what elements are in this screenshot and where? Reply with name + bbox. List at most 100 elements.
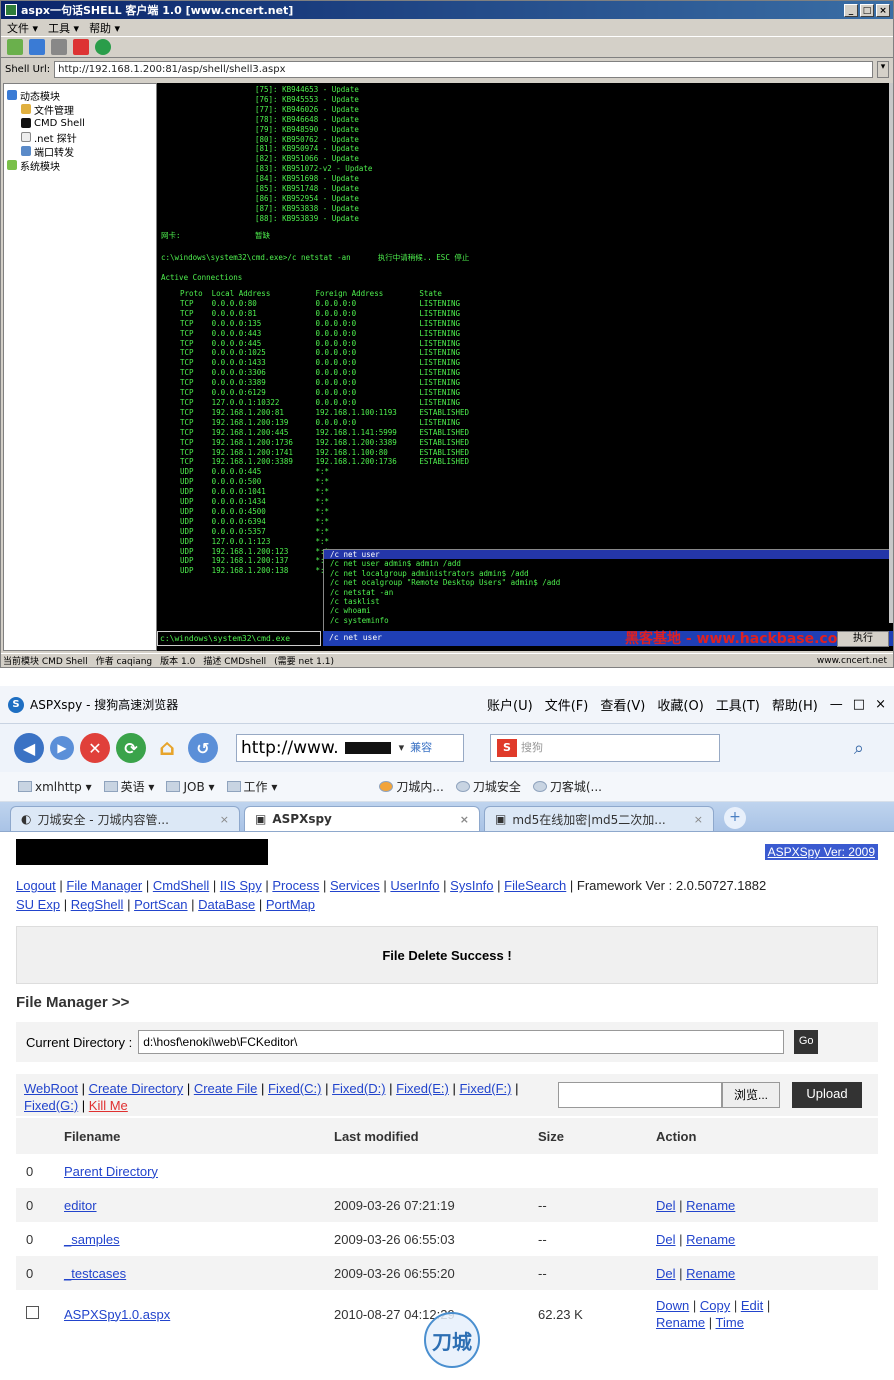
menu-file[interactable]: 文件(F) <box>545 695 589 714</box>
tab-aspxspy[interactable]: ▣ ASPXspy × <box>244 806 480 831</box>
nav-link-su-exp[interactable]: SU Exp <box>16 897 60 912</box>
fav-job[interactable]: JOB ▾ <box>166 780 215 794</box>
home-icon[interactable]: ⌂ <box>152 733 182 763</box>
menu-help[interactable]: 帮助(H) <box>772 695 818 714</box>
action-del[interactable]: Del <box>656 1232 676 1247</box>
tab-close-icon[interactable]: × <box>220 813 229 826</box>
forward-button[interactable]: ▶ <box>50 736 74 760</box>
file-link[interactable]: editor <box>64 1198 97 1213</box>
kill-me-link[interactable]: Kill Me <box>89 1098 128 1113</box>
minimize-button[interactable]: — <box>830 697 843 712</box>
file-link[interactable]: _testcases <box>64 1266 126 1281</box>
tool-link-webroot[interactable]: WebRoot <box>24 1081 78 1096</box>
row-checkbox[interactable] <box>26 1305 39 1319</box>
action-rename[interactable]: Rename <box>686 1266 735 1281</box>
browse-button[interactable]: 浏览... <box>722 1082 780 1108</box>
tool-link-create-file[interactable]: Create File <box>194 1081 258 1096</box>
history-item[interactable]: /c net ocalgroup "Remote Desktop Users" … <box>324 578 893 587</box>
close-button[interactable]: × <box>876 3 890 17</box>
history-item[interactable]: /c netstat -an <box>324 588 893 597</box>
nav-link-file-manager[interactable]: File Manager <box>66 878 142 893</box>
menu-tools[interactable]: 工具 ▾ <box>48 20 79 36</box>
menu-tools[interactable]: 工具(T) <box>716 695 760 714</box>
tool-link-create-directory[interactable]: Create Directory <box>89 1081 184 1096</box>
nav-link-process[interactable]: Process <box>272 878 319 893</box>
run-button[interactable]: 执行 <box>837 631 889 647</box>
tool-link-fixed-c-[interactable]: Fixed(C:) <box>268 1081 321 1096</box>
fav-work[interactable]: 工作 ▾ <box>226 778 277 795</box>
version-link[interactable]: ASPXSpy Ver: 2009 <box>764 844 878 860</box>
fav-english[interactable]: 英语 ▾ <box>103 778 154 795</box>
tab-daocheng[interactable]: ◐ 刀城安全 - 刀城内容管... × <box>10 806 240 831</box>
action-rename[interactable]: Rename <box>686 1232 735 1247</box>
tree-node-port[interactable]: 端口转发 <box>7 144 153 159</box>
history-item[interactable]: /c whoami <box>324 606 893 615</box>
file-link[interactable]: _samples <box>64 1232 120 1247</box>
directory-input[interactable]: d:\hosf\enoki\web\FCKeditor\ <box>138 1030 785 1054</box>
refresh-icon[interactable]: ⟳ <box>116 733 146 763</box>
nav-link-regshell[interactable]: RegShell <box>71 897 124 912</box>
terminal-scrollbar[interactable] <box>889 83 893 623</box>
nav-link-filesearch[interactable]: FileSearch <box>504 878 566 893</box>
maximize-button[interactable]: □ <box>853 697 865 712</box>
tree-node-dynamic[interactable]: 动态模块 <box>7 88 153 103</box>
search-box[interactable]: S 搜狗 <box>490 734 720 762</box>
refresh-icon[interactable] <box>29 39 45 55</box>
close-button[interactable]: × <box>875 697 886 712</box>
address-dropdown-icon[interactable]: ▾ <box>399 735 405 761</box>
nav-link-database[interactable]: DataBase <box>198 897 255 912</box>
connect-icon[interactable] <box>7 39 23 55</box>
tool-link-fixed-g-[interactable]: Fixed(G:) <box>24 1098 78 1113</box>
compat-button[interactable]: 兼容 <box>410 735 432 761</box>
tab-close-icon[interactable]: × <box>460 813 469 826</box>
tool-link-fixed-e-[interactable]: Fixed(E:) <box>396 1081 449 1096</box>
tool-link-fixed-d-[interactable]: Fixed(D:) <box>332 1081 385 1096</box>
address-bar[interactable]: http://www. ▾ 兼容 <box>236 734 464 762</box>
command-history-list[interactable]: /c net user/c net user admin$ admin /add… <box>323 549 893 641</box>
history-item[interactable]: /c net user <box>324 550 893 560</box>
tool-link-fixed-f-[interactable]: Fixed(F:) <box>459 1081 511 1096</box>
fav-daoke[interactable]: 刀客城(... <box>532 778 602 795</box>
menu-account[interactable]: 账户(U) <box>487 695 533 714</box>
status-icon[interactable] <box>95 39 111 55</box>
maximize-button[interactable]: □ <box>860 3 874 17</box>
nav-link-logout[interactable]: Logout <box>16 878 56 893</box>
nav-link-sysinfo[interactable]: SysInfo <box>450 878 493 893</box>
action-down[interactable]: Down <box>656 1298 689 1313</box>
tab-md5[interactable]: ▣ md5在线加密|md5二次加... × <box>484 806 714 831</box>
row-marker[interactable] <box>16 1290 64 1338</box>
go-button[interactable]: Go <box>794 1030 819 1054</box>
history-item[interactable]: /c net localgroup administrators admin$ … <box>324 569 893 578</box>
nav-link-portmap[interactable]: PortMap <box>266 897 315 912</box>
nav-link-iis-spy[interactable]: IIS Spy <box>220 878 262 893</box>
file-link[interactable]: ASPXSpy1.0.aspx <box>64 1307 170 1322</box>
fav-daocheng-inner[interactable]: 刀城内... <box>379 778 444 795</box>
action-copy[interactable]: Copy <box>700 1298 730 1313</box>
action-del[interactable]: Del <box>656 1266 676 1281</box>
nav-link-services[interactable]: Services <box>330 878 380 893</box>
nav-link-cmdshell[interactable]: CmdShell <box>153 878 209 893</box>
search-icon[interactable]: ⌕ <box>854 738 894 759</box>
new-tab-button[interactable]: + <box>724 807 746 829</box>
tree-node-system[interactable]: 系统模块 <box>7 158 153 173</box>
tree-node-file[interactable]: 文件管理 <box>7 102 153 117</box>
fav-daocheng-security[interactable]: 刀城安全 <box>455 778 521 795</box>
action-rename[interactable]: Rename <box>686 1198 735 1213</box>
history-back-icon[interactable]: ↺ <box>188 733 218 763</box>
tab-close-icon[interactable]: × <box>694 813 703 826</box>
action-time[interactable]: Time <box>716 1315 744 1330</box>
history-item[interactable]: /c tasklist <box>324 597 893 606</box>
shell-url-input[interactable]: http://192.168.1.200:81/asp/shell/shell3… <box>54 60 873 78</box>
action-rename[interactable]: Rename <box>656 1315 705 1330</box>
tree-node-cmd[interactable]: CMD Shell <box>7 116 153 130</box>
stop-icon[interactable]: ✕ <box>80 733 110 763</box>
action-edit[interactable]: Edit <box>741 1298 763 1313</box>
menu-view[interactable]: 查看(V) <box>600 695 645 714</box>
upload-button[interactable]: Upload <box>792 1082 862 1108</box>
file-link[interactable]: Parent Directory <box>64 1164 158 1179</box>
menu-help[interactable]: 帮助 ▾ <box>89 20 120 36</box>
tree-node-probe[interactable]: .net 探针 <box>7 130 153 145</box>
history-item[interactable]: /c net user admin$ admin /add <box>324 559 893 568</box>
delete-icon[interactable] <box>73 39 89 55</box>
upload-file-input[interactable] <box>558 1082 722 1108</box>
